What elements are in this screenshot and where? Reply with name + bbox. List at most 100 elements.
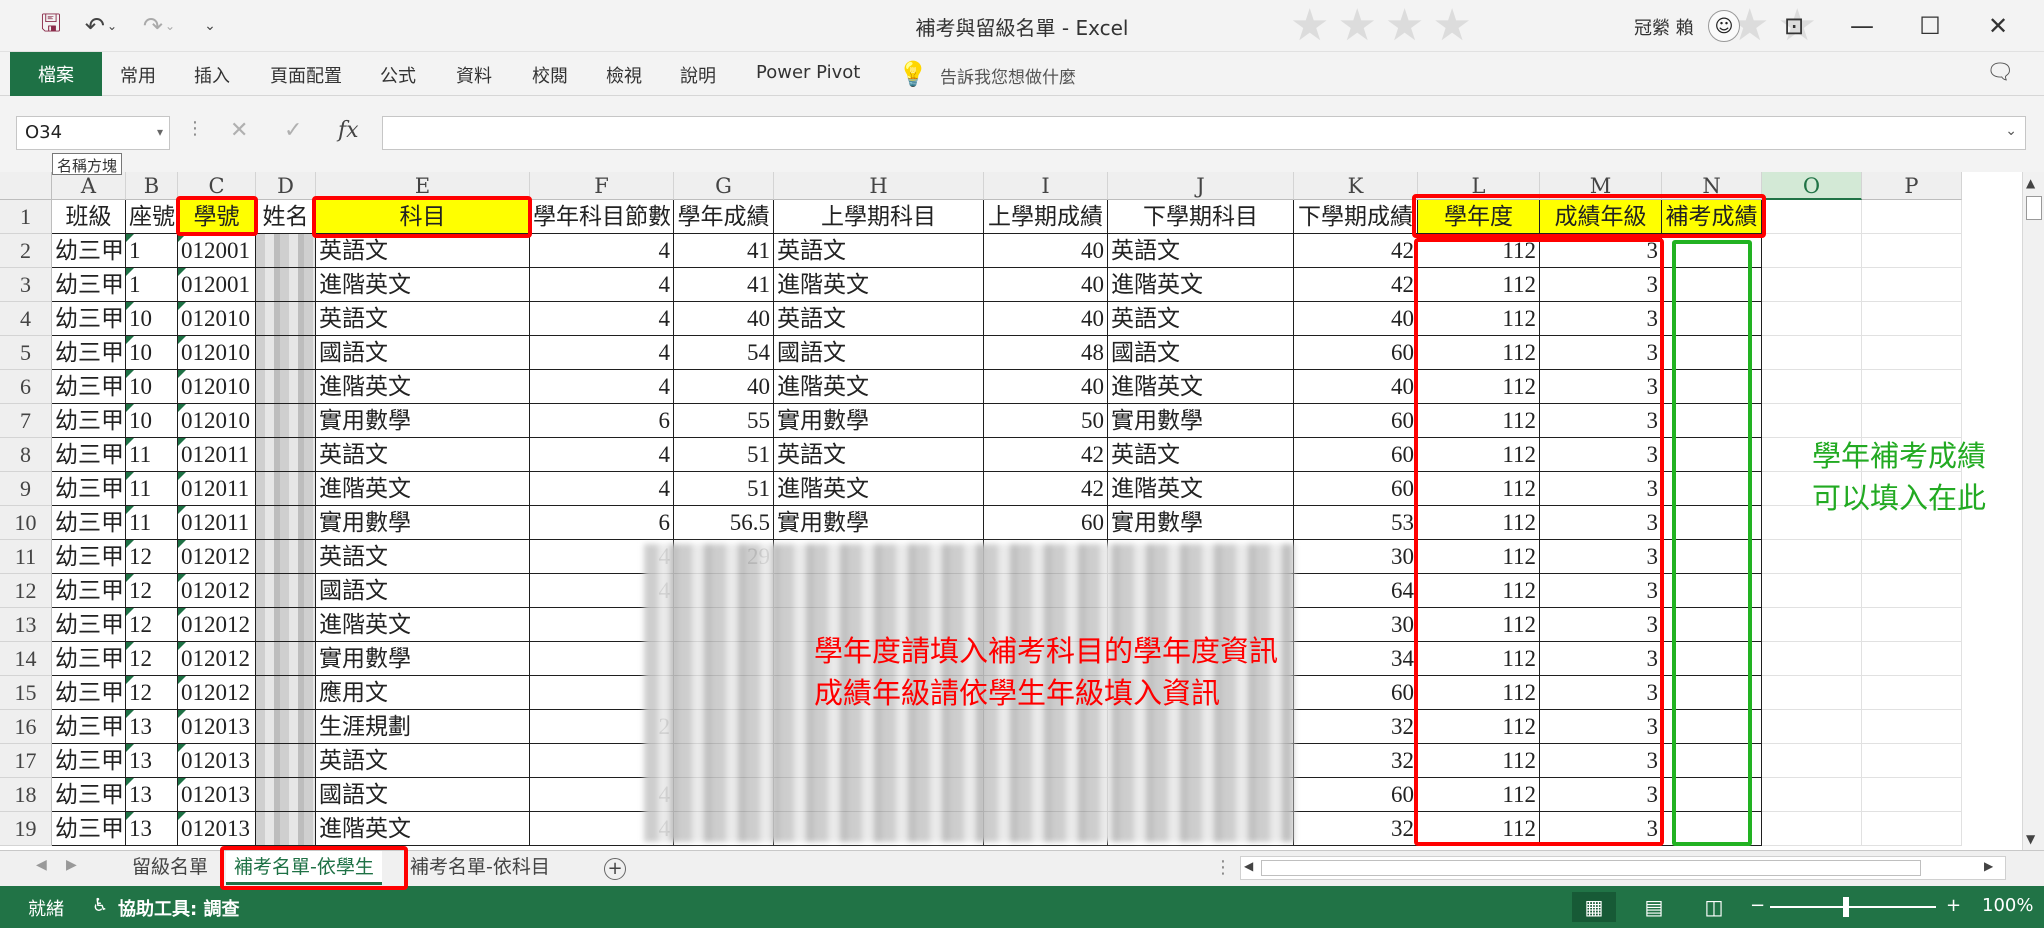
table-cell[interactable] xyxy=(256,608,316,642)
tab-file[interactable]: 檔案 xyxy=(10,52,102,96)
header-cell[interactable]: 上學期科目 xyxy=(774,200,984,234)
table-cell[interactable] xyxy=(256,472,316,506)
table-cell[interactable]: 60 xyxy=(1294,472,1418,506)
table-cell[interactable] xyxy=(1762,710,1862,744)
column-header-c[interactable]: C xyxy=(178,172,256,200)
row-header-15[interactable]: 15 xyxy=(0,676,52,710)
vertical-scroll-thumb[interactable] xyxy=(2026,196,2042,220)
header-cell[interactable]: 座號 xyxy=(126,200,178,234)
table-cell[interactable] xyxy=(1662,438,1762,472)
table-cell[interactable]: 13 xyxy=(126,744,178,778)
table-cell[interactable]: 3 xyxy=(1540,540,1662,574)
table-cell[interactable]: 32 xyxy=(1294,710,1418,744)
column-header-p[interactable]: P xyxy=(1862,172,1962,200)
table-cell[interactable] xyxy=(1862,744,1962,778)
table-cell[interactable] xyxy=(1762,608,1862,642)
table-cell[interactable]: 10 xyxy=(126,302,178,336)
table-cell[interactable]: 英語文 xyxy=(316,540,530,574)
horizontal-scrollbar[interactable] xyxy=(1240,856,2006,880)
table-cell[interactable]: 60 xyxy=(1294,778,1418,812)
table-cell[interactable]: 3 xyxy=(1540,302,1662,336)
table-cell[interactable]: 實用數學 xyxy=(316,642,530,676)
table-cell[interactable]: 112 xyxy=(1418,710,1540,744)
table-cell[interactable]: 幼三甲 xyxy=(52,676,126,710)
table-cell[interactable] xyxy=(1862,778,1962,812)
table-cell[interactable] xyxy=(256,710,316,744)
table-cell[interactable]: 英語文 xyxy=(316,744,530,778)
table-cell[interactable]: 幼三甲 xyxy=(52,268,126,302)
table-cell[interactable]: 40 xyxy=(984,268,1108,302)
row-header-10[interactable]: 10 xyxy=(0,506,52,540)
table-cell[interactable]: 012001 xyxy=(178,234,256,268)
tab-view[interactable]: 檢視 xyxy=(606,62,642,88)
table-cell[interactable]: 3 xyxy=(1540,404,1662,438)
table-cell[interactable] xyxy=(256,642,316,676)
table-cell[interactable]: 英語文 xyxy=(316,302,530,336)
table-cell[interactable]: 34 xyxy=(1294,642,1418,676)
table-cell[interactable]: 3 xyxy=(1540,642,1662,676)
row-header-12[interactable]: 12 xyxy=(0,574,52,608)
row-header-16[interactable]: 16 xyxy=(0,710,52,744)
enter-icon[interactable]: ✓ xyxy=(284,118,302,143)
table-cell[interactable]: 3 xyxy=(1540,506,1662,540)
table-cell[interactable]: 51 xyxy=(674,472,774,506)
vertical-scrollbar[interactable]: ▲ ▼ xyxy=(2022,172,2044,850)
column-header-l[interactable]: L xyxy=(1418,172,1540,200)
tab-formulas[interactable]: 公式 xyxy=(380,62,416,88)
column-header-f[interactable]: F xyxy=(530,172,674,200)
table-cell[interactable]: 實用數學 xyxy=(316,506,530,540)
add-sheet-button[interactable]: + xyxy=(604,858,626,880)
table-cell[interactable]: 3 xyxy=(1540,710,1662,744)
table-cell[interactable]: 進階英文 xyxy=(774,268,984,302)
table-cell[interactable]: 112 xyxy=(1418,812,1540,846)
table-cell[interactable]: 10 xyxy=(126,370,178,404)
scroll-left-icon[interactable]: ◀ xyxy=(1244,859,1253,873)
insert-function-icon[interactable]: fx xyxy=(338,118,359,143)
table-cell[interactable]: 32 xyxy=(1294,744,1418,778)
table-cell[interactable]: 012012 xyxy=(178,608,256,642)
table-cell[interactable]: 進階英文 xyxy=(316,812,530,846)
table-cell[interactable] xyxy=(1662,812,1762,846)
table-cell[interactable]: 11 xyxy=(126,472,178,506)
column-header-o[interactable]: O xyxy=(1762,172,1862,200)
table-cell[interactable]: 進階英文 xyxy=(316,370,530,404)
accessibility-status[interactable]: 協助工具: 調查 xyxy=(118,895,239,921)
header-cell[interactable]: 下學期科目 xyxy=(1108,200,1294,234)
table-cell[interactable]: 112 xyxy=(1418,268,1540,302)
table-cell[interactable] xyxy=(1762,540,1862,574)
table-cell[interactable]: 60 xyxy=(1294,438,1418,472)
table-cell[interactable]: 1 xyxy=(126,234,178,268)
row-header-19[interactable]: 19 xyxy=(0,812,52,846)
table-cell[interactable]: 012013 xyxy=(178,710,256,744)
table-cell[interactable] xyxy=(1662,540,1762,574)
table-cell[interactable]: 48 xyxy=(984,336,1108,370)
formula-input[interactable]: ⌄ xyxy=(382,116,2026,150)
table-cell[interactable] xyxy=(1662,676,1762,710)
table-cell[interactable] xyxy=(1762,744,1862,778)
zoom-out-button[interactable]: − xyxy=(1750,895,1765,916)
table-cell[interactable]: 幼三甲 xyxy=(52,336,126,370)
table-cell[interactable]: 112 xyxy=(1418,744,1540,778)
table-cell[interactable]: 112 xyxy=(1418,472,1540,506)
table-cell[interactable] xyxy=(1662,574,1762,608)
table-cell[interactable]: 英語文 xyxy=(774,438,984,472)
scroll-sheets-left-icon[interactable]: ◀ xyxy=(36,857,47,873)
table-cell[interactable] xyxy=(256,438,316,472)
table-cell[interactable] xyxy=(256,234,316,268)
tab-power-pivot[interactable]: Power Pivot xyxy=(756,62,860,83)
row-header-17[interactable]: 17 xyxy=(0,744,52,778)
column-header-e[interactable]: E xyxy=(316,172,530,200)
table-cell[interactable]: 實用數學 xyxy=(316,404,530,438)
table-cell[interactable] xyxy=(1762,370,1862,404)
table-cell[interactable] xyxy=(1662,608,1762,642)
row-header-6[interactable]: 6 xyxy=(0,370,52,404)
table-cell[interactable]: 3 xyxy=(1540,234,1662,268)
column-header-n[interactable]: N xyxy=(1662,172,1762,200)
table-cell[interactable] xyxy=(1862,642,1962,676)
page-break-view-icon[interactable]: ◫ xyxy=(1692,892,1736,922)
table-cell[interactable]: 13 xyxy=(126,812,178,846)
table-cell[interactable] xyxy=(1662,234,1762,268)
table-cell[interactable]: 012012 xyxy=(178,676,256,710)
table-cell[interactable]: 012010 xyxy=(178,336,256,370)
table-cell[interactable]: 012012 xyxy=(178,540,256,574)
